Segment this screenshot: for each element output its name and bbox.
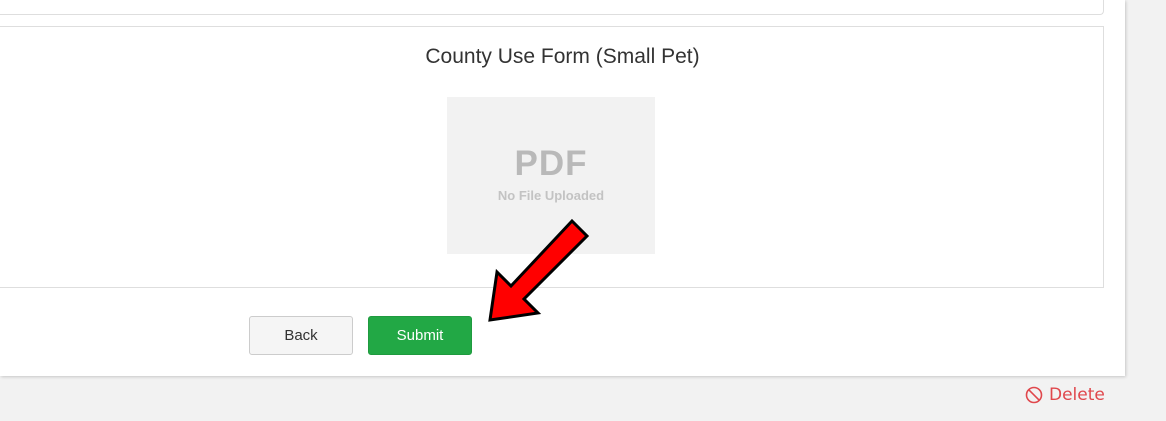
form-title: County Use Form (Small Pet)	[425, 45, 700, 68]
pdf-preview-thumbnail[interactable]: PDF No File Uploaded	[447, 97, 655, 254]
back-button[interactable]: Back	[249, 316, 353, 355]
form-card: County Use Form (Small Pet) PDF No File …	[0, 0, 1125, 376]
submit-button[interactable]: Submit	[368, 316, 472, 355]
previous-section-panel	[0, 0, 1104, 15]
delete-link[interactable]: Delete	[1025, 384, 1105, 406]
prohibited-circle-icon	[1025, 386, 1043, 404]
upload-status-text: No File Uploaded	[497, 188, 605, 203]
delete-label: Delete	[1049, 385, 1105, 405]
pdf-type-label: PDF	[514, 144, 588, 183]
page-background-strip	[1127, 0, 1166, 421]
